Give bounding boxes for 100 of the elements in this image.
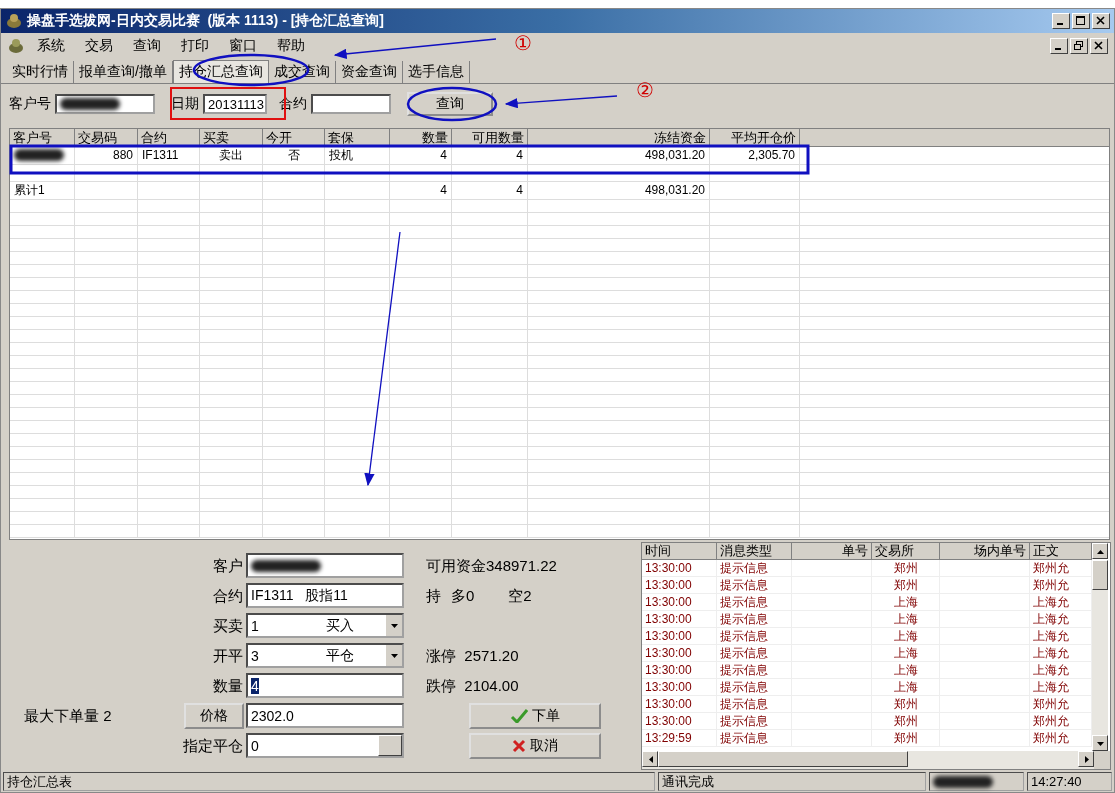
table-cell (390, 407, 452, 421)
contract-field[interactable]: IF1311 股指11 (246, 583, 404, 608)
menu-item[interactable]: 交易 (77, 37, 121, 55)
column-header[interactable]: 交易所 (872, 543, 940, 560)
status-time: 14:27:40 (1027, 772, 1112, 791)
maximize-icon[interactable] (1072, 13, 1090, 29)
close-position-field[interactable]: 0 (246, 733, 404, 758)
table-cell (200, 524, 263, 538)
table-cell (390, 290, 452, 304)
table-cell (10, 355, 75, 369)
price-button[interactable]: 价格 (184, 703, 244, 729)
scrollbar-thumb[interactable] (658, 751, 908, 767)
status-text: 持仓汇总表 (3, 772, 655, 791)
column-header[interactable]: 正文 (1030, 543, 1092, 560)
minimize-icon[interactable] (1052, 13, 1070, 29)
table-cell (263, 446, 325, 460)
table-cell: 13:30:00 (642, 713, 717, 730)
scroll-down-icon[interactable] (1092, 735, 1108, 751)
table-cell (325, 225, 390, 239)
field-label: 客户号 (9, 95, 51, 113)
table-cell (75, 368, 138, 382)
table-cell (263, 368, 325, 382)
table-cell (390, 342, 452, 356)
table-cell (263, 511, 325, 525)
cancel-button[interactable]: 取消 (469, 733, 601, 759)
submit-order-button[interactable]: 下单 (469, 703, 601, 729)
horizontal-scrollbar[interactable] (642, 751, 1110, 769)
menu-item[interactable]: 帮助 (269, 37, 313, 55)
table-cell (200, 238, 263, 252)
table-cell (390, 446, 452, 460)
field-label: 日期 (171, 95, 199, 113)
menu-item[interactable]: 打印 (173, 37, 217, 55)
table-cell (138, 164, 200, 182)
table-cell (200, 212, 263, 226)
table-cell (390, 368, 452, 382)
close-icon[interactable] (1090, 38, 1108, 54)
table-cell (138, 212, 200, 226)
table-cell (200, 303, 263, 317)
table-cell (325, 498, 390, 512)
client-field[interactable] (246, 553, 404, 578)
table-cell: 4 (390, 182, 452, 200)
available-funds-text: 可用资金348971.22 (426, 556, 558, 576)
check-icon (510, 709, 528, 723)
scroll-up-icon[interactable] (1092, 543, 1108, 559)
contract-field[interactable] (311, 94, 391, 114)
table-cell (10, 394, 75, 408)
table-cell (200, 394, 263, 408)
scroll-left-icon[interactable] (642, 751, 658, 767)
quantity-field[interactable]: 4 (246, 673, 404, 698)
restore-icon[interactable] (1070, 38, 1088, 54)
table-cell (263, 238, 325, 252)
table-cell (75, 199, 138, 213)
table-cell (325, 511, 390, 525)
table-cell (138, 381, 200, 395)
dropdown-arrow-icon (390, 623, 398, 628)
menu-item[interactable]: 查询 (125, 37, 169, 55)
side-dropdown[interactable]: 1 买入 (246, 613, 404, 638)
price-field[interactable]: 2302.0 (246, 703, 404, 728)
step-number: ② (636, 80, 654, 100)
table-cell (75, 225, 138, 239)
table-cell (263, 485, 325, 499)
offset-dropdown[interactable]: 3 平仓 (246, 643, 404, 668)
table-cell (138, 498, 200, 512)
table-cell (263, 277, 325, 291)
table-cell (138, 368, 200, 382)
table-cell (10, 303, 75, 317)
table-cell (10, 446, 75, 460)
minimize-icon[interactable] (1050, 38, 1068, 54)
column-header[interactable]: 消息类型 (717, 543, 792, 560)
table-cell (263, 251, 325, 265)
menu-item[interactable]: 窗口 (221, 37, 265, 55)
table-cell (10, 238, 75, 252)
table-cell (138, 433, 200, 447)
menu-item[interactable]: 系统 (29, 37, 73, 55)
table-cell (325, 485, 390, 499)
close-icon[interactable] (1092, 13, 1110, 29)
table-cell (138, 446, 200, 460)
table-cell (390, 420, 452, 434)
date-field[interactable]: 20131113 (203, 94, 267, 114)
table-cell (263, 342, 325, 356)
vertical-scrollbar[interactable] (1092, 560, 1108, 751)
column-header[interactable]: 单号 (792, 543, 872, 560)
table-cell (390, 164, 452, 182)
query-button[interactable]: 查询 (407, 92, 493, 116)
table-cell (200, 433, 263, 447)
table-cell (325, 164, 390, 182)
table-cell (75, 290, 138, 304)
client-field[interactable] (55, 94, 155, 114)
column-header[interactable]: 时间 (642, 543, 717, 560)
table-cell: 提示信息 (717, 679, 792, 696)
table-cell (325, 290, 390, 304)
scrollbar-thumb[interactable] (1092, 560, 1108, 590)
column-header[interactable]: 场内单号 (940, 543, 1030, 560)
table-cell (138, 199, 200, 213)
table-cell (390, 316, 452, 330)
table-cell (390, 238, 452, 252)
scroll-right-icon[interactable] (1078, 751, 1094, 767)
max-quantity-text: 最大下单量 2 (23, 706, 113, 726)
table-cell (138, 524, 200, 538)
table-cell (325, 238, 390, 252)
